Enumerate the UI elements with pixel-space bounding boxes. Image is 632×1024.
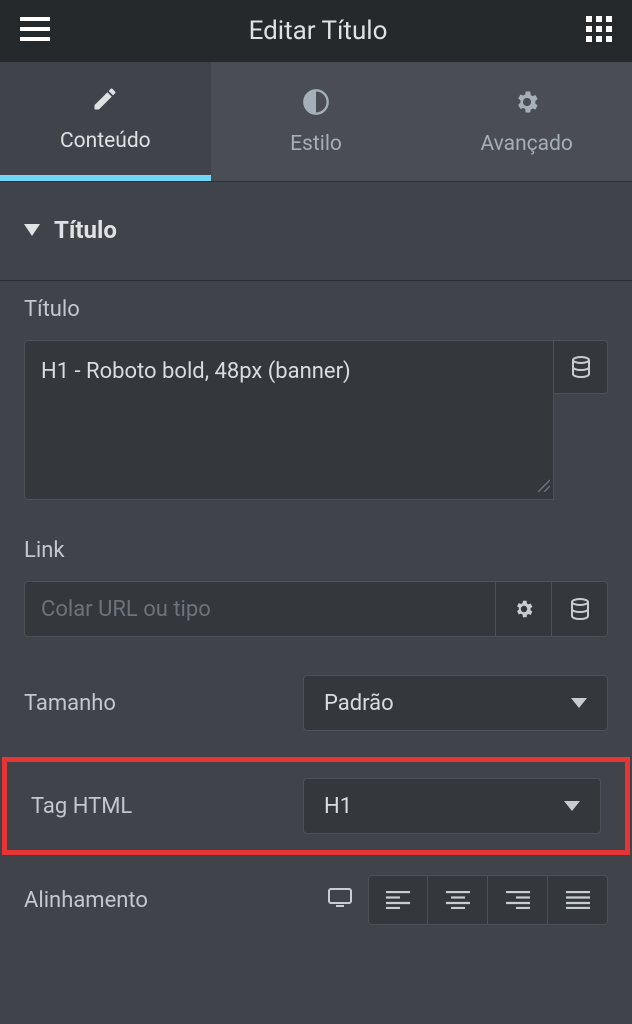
- link-input[interactable]: [24, 581, 496, 637]
- section-header-row[interactable]: Título: [0, 182, 632, 281]
- contrast-icon: [302, 88, 330, 122]
- size-select[interactable]: Padrão: [303, 675, 608, 731]
- align-right-button[interactable]: [488, 875, 548, 925]
- align-center-button[interactable]: [428, 875, 488, 925]
- dynamic-tags-button[interactable]: [554, 340, 608, 394]
- caret-down-icon: [24, 221, 40, 240]
- tabs: Conteúdo Estilo Avançado: [0, 62, 632, 182]
- tab-content[interactable]: Conteúdo: [0, 62, 211, 181]
- pencil-icon: [91, 85, 119, 119]
- tab-content-label: Conteúdo: [60, 129, 151, 153]
- tab-style-label: Estilo: [290, 132, 342, 156]
- title-textarea[interactable]: [24, 340, 554, 500]
- htmltag-select[interactable]: H1: [303, 778, 601, 834]
- link-label: Link: [24, 538, 608, 563]
- field-link: Link: [0, 522, 632, 659]
- align-left-button[interactable]: [368, 875, 428, 925]
- panel-title: Editar Título: [249, 16, 388, 46]
- field-alignment: Alinhamento: [0, 859, 632, 947]
- align-justify-button[interactable]: [548, 875, 608, 925]
- gear-icon: [513, 88, 541, 122]
- alignment-buttons: [368, 875, 608, 925]
- size-label: Tamanho: [24, 691, 287, 716]
- size-select-value: Padrão: [324, 691, 394, 716]
- alignment-label: Alinhamento: [24, 888, 314, 913]
- htmltag-select-value: H1: [324, 794, 352, 819]
- apps-grid-icon[interactable]: [586, 16, 612, 46]
- tab-advanced-label: Avançado: [480, 132, 572, 156]
- desktop-icon[interactable]: [328, 888, 352, 912]
- title-label: Título: [24, 297, 608, 322]
- field-title: Título: [0, 281, 632, 522]
- field-size: Tamanho Padrão: [0, 659, 632, 753]
- menu-icon[interactable]: [20, 17, 50, 45]
- panel-header: Editar Título: [0, 0, 632, 62]
- htmltag-label: Tag HTML: [31, 794, 287, 819]
- link-dynamic-button[interactable]: [552, 581, 608, 637]
- tab-advanced[interactable]: Avançado: [421, 62, 632, 181]
- htmltag-highlight: Tag HTML H1: [2, 757, 630, 855]
- link-options-button[interactable]: [496, 581, 552, 637]
- tab-style[interactable]: Estilo: [211, 62, 422, 181]
- section-title: Título: [54, 216, 117, 244]
